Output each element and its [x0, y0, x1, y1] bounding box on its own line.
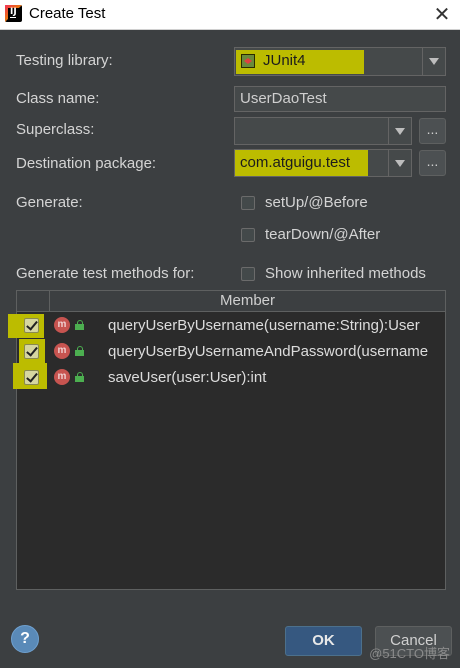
superclass-select[interactable]	[234, 117, 412, 145]
class-name-label: Class name:	[16, 90, 100, 107]
teardown-label[interactable]: tearDown/@After	[265, 226, 380, 243]
member-name: queryUserByUsernameAndPassword(username	[108, 343, 429, 360]
window-title: Create Test	[29, 5, 106, 22]
destination-browse-button[interactable]: ...	[419, 150, 446, 176]
table-row[interactable]: m queryUserByUsername(username:String):U…	[8, 313, 445, 339]
watermark: @51CTO博客	[369, 646, 450, 661]
members-table[interactable]: Member m queryUserByUsername(username:St…	[8, 290, 446, 590]
table-header: Member	[17, 291, 445, 312]
member-name: queryUserByUsername(username:String):Use…	[108, 317, 420, 334]
dropdown-arrow-icon[interactable]	[388, 118, 411, 144]
testing-library-select[interactable]: JUnit4	[234, 47, 446, 76]
destination-package-select[interactable]: com.atguigu.test	[234, 149, 412, 177]
destination-package-label: Destination package:	[16, 155, 157, 172]
public-lock-icon	[75, 320, 84, 330]
row-checkbox[interactable]	[24, 344, 39, 359]
ok-button[interactable]: OK	[285, 626, 362, 656]
method-icon: m	[54, 369, 70, 385]
show-inherited-label[interactable]: Show inherited methods	[265, 265, 426, 282]
member-name: saveUser(user:User):int	[108, 369, 267, 386]
row-checkbox[interactable]	[24, 370, 39, 385]
generate-label: Generate:	[16, 194, 83, 211]
header-member[interactable]: Member	[50, 291, 445, 311]
help-button[interactable]: ?	[11, 625, 39, 653]
title-bar: IJ Create Test ✕	[0, 0, 460, 30]
row-checkbox[interactable]	[24, 318, 39, 333]
method-icon: m	[54, 317, 70, 333]
public-lock-icon	[75, 372, 84, 382]
setup-label[interactable]: setUp/@Before	[265, 194, 368, 211]
header-check-column[interactable]	[17, 291, 50, 311]
testing-library-label: Testing library:	[16, 52, 113, 69]
teardown-checkbox[interactable]	[241, 228, 255, 242]
show-inherited-checkbox[interactable]	[241, 267, 255, 281]
testing-library-value: JUnit4	[263, 52, 306, 69]
junit-icon	[241, 54, 255, 68]
public-lock-icon	[75, 346, 84, 356]
generate-methods-label: Generate test methods for:	[16, 265, 195, 282]
table-row[interactable]: m queryUserByUsernameAndPassword(usernam…	[17, 339, 445, 365]
superclass-browse-button[interactable]: ...	[419, 118, 446, 144]
intellij-app-icon: IJ	[5, 5, 22, 22]
table-row[interactable]: m saveUser(user:User):int	[13, 363, 445, 391]
destination-package-value: com.atguigu.test	[240, 154, 351, 171]
setup-checkbox[interactable]	[241, 196, 255, 210]
method-icon: m	[54, 343, 70, 359]
close-button[interactable]: ✕	[430, 2, 454, 26]
dropdown-arrow-icon[interactable]	[422, 48, 445, 75]
superclass-label: Superclass:	[16, 121, 95, 138]
class-name-input[interactable]: UserDaoTest	[234, 86, 446, 112]
dropdown-arrow-icon[interactable]	[388, 150, 411, 176]
